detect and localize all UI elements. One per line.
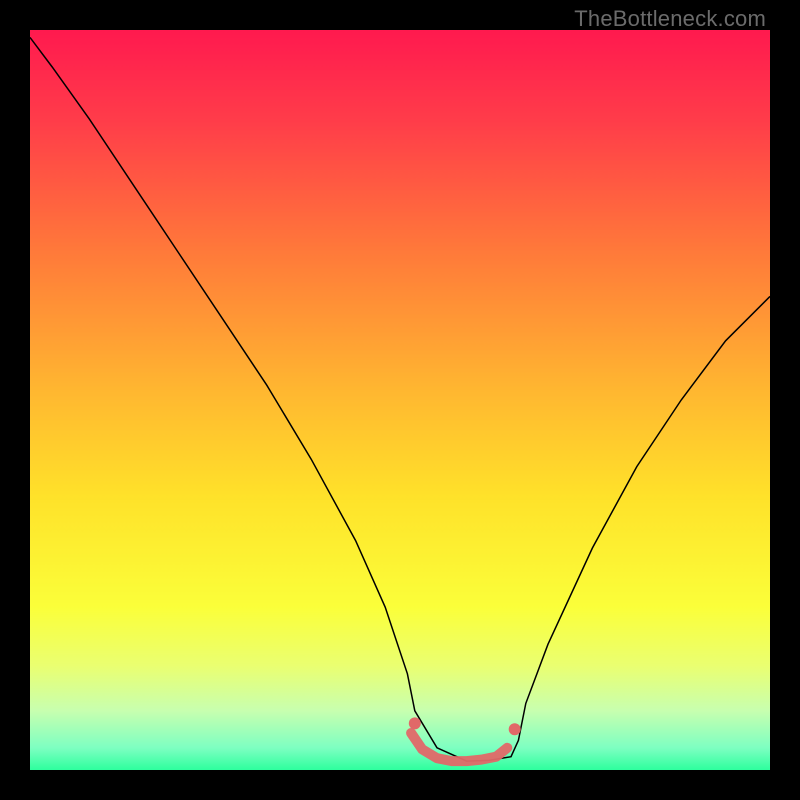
bottleneck-curve xyxy=(30,37,770,761)
chart-svg xyxy=(30,30,770,770)
watermark-text: TheBottleneck.com xyxy=(574,6,766,32)
chart-frame: TheBottleneck.com xyxy=(0,0,800,800)
min-band xyxy=(411,733,507,761)
markers-group xyxy=(409,717,521,735)
dot-right xyxy=(509,723,521,735)
dot-left xyxy=(409,717,421,729)
plot-area xyxy=(30,30,770,770)
